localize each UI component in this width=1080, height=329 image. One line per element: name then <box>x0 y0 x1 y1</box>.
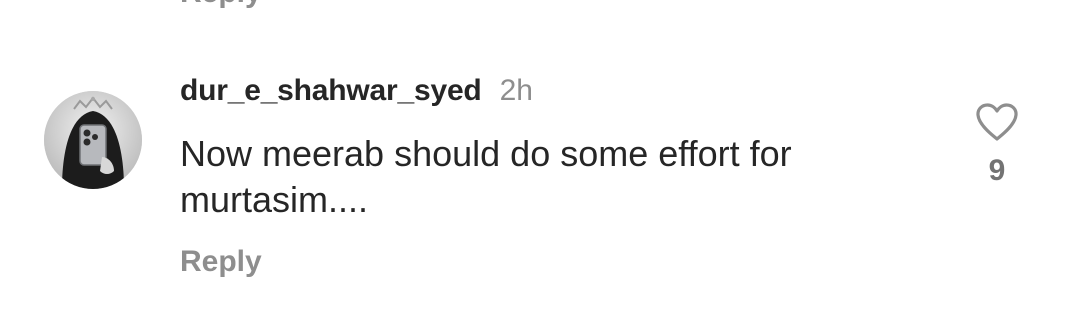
previous-reply-button[interactable]: Reply <box>180 0 262 8</box>
avatar-photo-icon <box>44 91 142 189</box>
comment-meta: dur_e_shahwar_syed 2h <box>180 74 940 114</box>
heart-outline-icon[interactable] <box>975 102 1019 142</box>
timestamp: 2h <box>499 74 533 107</box>
like-control: 9 <box>972 102 1022 188</box>
comment: dur_e_shahwar_syed 2h Now meerab should … <box>180 74 940 279</box>
like-count: 9 <box>988 154 1006 187</box>
comment-thread: Reply dur_e_shahwar_sye <box>0 0 1080 329</box>
username-link[interactable]: dur_e_shahwar_syed <box>180 74 482 108</box>
avatar[interactable] <box>44 91 142 189</box>
reply-button[interactable]: Reply <box>180 245 262 279</box>
comment-text: Now meerab should do some effort for mur… <box>180 133 792 220</box>
